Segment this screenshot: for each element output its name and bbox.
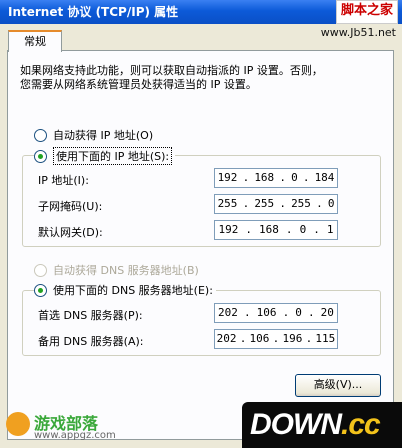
watermark-url: www.Jb51.net [320, 26, 396, 39]
octet: 196 [282, 332, 303, 345]
subnet-mask-label: 子网掩码(U): [38, 200, 103, 213]
tab-general[interactable]: 常规 [8, 30, 62, 52]
dns-auto-radio[interactable] [34, 263, 47, 277]
window-title: Internet 协议 (TCP/IP) 属性 [8, 5, 179, 19]
alternate-dns-input[interactable]: 202. 106. 196. 115 [214, 329, 338, 349]
description-line-2: 您需要从网络系统管理员处获得适当的 IP 设置。 [20, 78, 257, 91]
ip-manual-radio[interactable] [34, 149, 47, 163]
downcc-down: DOWN [250, 408, 342, 441]
octet: 20 [320, 306, 334, 319]
downcc-logo: DOWN.cc [242, 402, 402, 448]
octet: 106 [249, 332, 270, 345]
ip-address-label: IP 地址(I): [38, 174, 89, 187]
octet: 106 [256, 306, 277, 319]
watermark-logo: 脚本之家 [335, 0, 398, 24]
ip-auto-label: 自动获得 IP 地址(O) [53, 129, 154, 142]
advanced-button[interactable]: 高级(V)... [295, 374, 381, 397]
octet: 255 [217, 197, 238, 210]
octet: 0 [291, 171, 298, 184]
appgz-logo-icon [6, 412, 30, 436]
octet: 0 [299, 223, 307, 236]
octet: 255 [291, 197, 311, 210]
octet: 115 [315, 332, 336, 345]
dns-auto-label: 自动获得 DNS 服务器地址(B) [53, 264, 199, 277]
preferred-dns-input[interactable]: 202. 106. 0. 20 [214, 303, 338, 323]
dns-manual-radio[interactable] [34, 283, 47, 297]
ip-address-input[interactable]: 192. 168. 0. 184 [214, 168, 338, 188]
dns-manual-option[interactable]: 使用下面的 DNS 服务器地址(E): [34, 282, 216, 298]
octet: 192 [218, 223, 239, 236]
octet: 255 [254, 197, 275, 210]
appgz-logo-url: www.appgz.com [34, 430, 116, 441]
dns-auto-option[interactable]: 自动获得 DNS 服务器地址(B) [34, 262, 199, 278]
octet: 202 [216, 332, 237, 345]
octet: 0 [327, 197, 335, 210]
default-gateway-input[interactable]: 192. 168. 0. 1 [214, 220, 338, 240]
octet: 184 [314, 171, 335, 184]
octet: 168 [254, 171, 275, 184]
alternate-dns-label: 备用 DNS 服务器(A): [38, 335, 144, 348]
ip-manual-label: 使用下面的 IP 地址(S): [53, 147, 173, 165]
subnet-mask-input[interactable]: 255. 255. 255. 0 [214, 194, 338, 214]
octet: 0 [295, 306, 302, 319]
description-line-1: 如果网络支持此功能，则可以获取自动指派的 IP 设置。否则， [20, 64, 323, 77]
downcc-cc: .cc [340, 408, 381, 441]
octet: 1 [326, 223, 334, 236]
ip-auto-radio[interactable] [34, 128, 47, 142]
ip-manual-option[interactable]: 使用下面的 IP 地址(S): [34, 147, 176, 165]
default-gateway-label: 默认网关(D): [38, 226, 103, 239]
description: 如果网络支持此功能，则可以获取自动指派的 IP 设置。否则， 您需要从网络系统管… [20, 64, 323, 92]
ip-auto-option[interactable]: 自动获得 IP 地址(O) [34, 127, 153, 143]
appgz-logo: 游戏部落 www.appgz.com [6, 410, 126, 444]
octet: 168 [259, 223, 279, 236]
downcc-logo-text: DOWN.cc [250, 408, 381, 442]
preferred-dns-label: 首选 DNS 服务器(P): [38, 309, 143, 322]
dns-manual-label: 使用下面的 DNS 服务器地址(E): [53, 284, 213, 297]
octet: 192 [217, 171, 238, 184]
octet: 202 [218, 306, 238, 319]
